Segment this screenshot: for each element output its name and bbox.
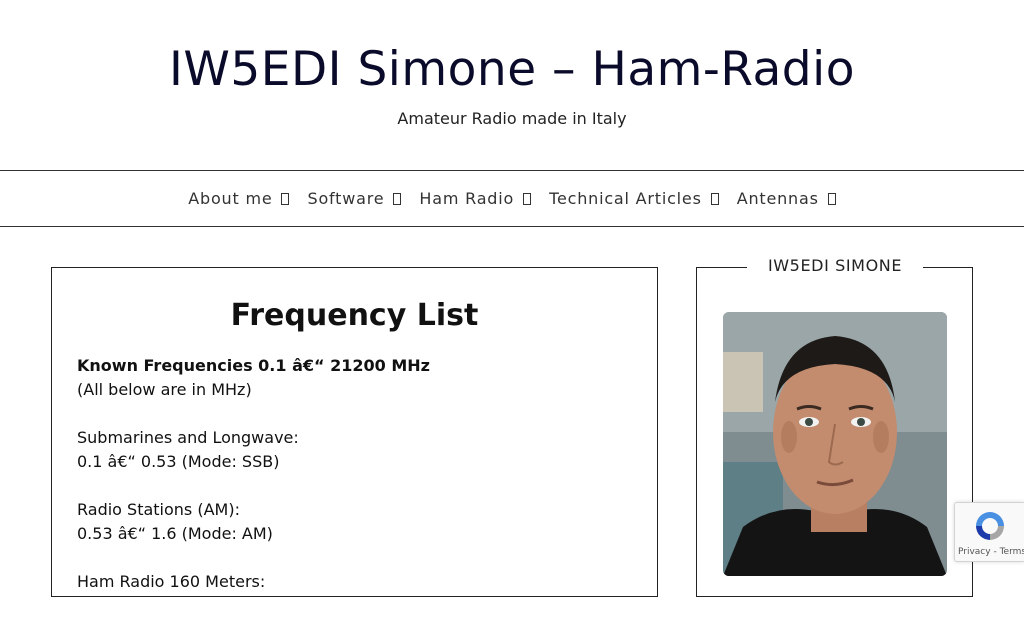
nav-item-label: Software bbox=[307, 189, 385, 208]
recaptcha-links: Privacy - Terms bbox=[958, 547, 1024, 557]
chevron-down-icon[interactable] bbox=[393, 192, 402, 205]
nav-item-label: Antennas bbox=[736, 189, 819, 208]
terms-link[interactable]: Terms bbox=[1000, 547, 1024, 557]
section-heading: Ham Radio 160 Meters: bbox=[77, 572, 266, 591]
nav-item-antennas[interactable]: Antennas bbox=[728, 189, 845, 208]
chevron-down-icon[interactable] bbox=[827, 192, 836, 205]
nav-item-about-me[interactable]: About me bbox=[179, 189, 298, 208]
recaptcha-logo-icon bbox=[976, 512, 1004, 540]
nav-item-software[interactable]: Software bbox=[298, 189, 410, 208]
widget-title: IW5EDI SIMONE bbox=[747, 256, 923, 275]
site-header: IW5EDI Simone – Ham-Radio Amateur Radio … bbox=[0, 0, 1024, 170]
profile-photo bbox=[723, 312, 947, 576]
article-body: Known Frequencies 0.1 â€“ 21200 MHz (All… bbox=[77, 354, 637, 618]
section-line: 0.53 â€“ 1.6 (Mode: AM) bbox=[77, 524, 273, 543]
nav-item-technical-articles[interactable]: Technical Articles bbox=[540, 189, 728, 208]
article-container: Frequency List Known Frequencies 0.1 â€“… bbox=[51, 267, 658, 597]
section-heading: Submarines and Longwave: bbox=[77, 428, 299, 447]
chevron-down-icon[interactable] bbox=[281, 192, 290, 205]
site-tagline: Amateur Radio made in Italy bbox=[397, 109, 627, 128]
privacy-link[interactable]: Privacy bbox=[958, 547, 991, 557]
frequency-section: Submarines and Longwave: 0.1 â€“ 0.53 (M… bbox=[77, 426, 637, 474]
chevron-down-icon[interactable] bbox=[710, 192, 719, 205]
frequency-section-partial: Ham Radio 160 Meters: bbox=[77, 570, 637, 594]
intro-note: (All below are in MHz) bbox=[77, 380, 252, 399]
intro-paragraph: Known Frequencies 0.1 â€“ 21200 MHz (All… bbox=[77, 354, 637, 402]
recaptcha-badge[interactable]: Privacy - Terms bbox=[954, 502, 1024, 562]
nav-item-ham-radio[interactable]: Ham Radio bbox=[410, 189, 540, 208]
nav-item-label: Technical Articles bbox=[549, 189, 702, 208]
section-line: 0.1 â€“ 0.53 (Mode: SSB) bbox=[77, 452, 280, 471]
profile-widget: IW5EDI SIMONE bbox=[696, 256, 973, 597]
site-title[interactable]: IW5EDI Simone – Ham-Radio bbox=[0, 42, 1024, 97]
nav-item-label: Ham Radio bbox=[419, 189, 515, 208]
main-navigation: About me Software Ham Radio Technical Ar… bbox=[0, 170, 1024, 227]
intro-bold-text: Known Frequencies 0.1 â€“ 21200 MHz bbox=[77, 356, 430, 375]
page-title: Frequency List bbox=[230, 298, 479, 333]
frequency-section: Radio Stations (AM): 0.53 â€“ 1.6 (Mode:… bbox=[77, 498, 637, 546]
recaptcha-separator: - bbox=[990, 547, 1000, 557]
section-heading: Radio Stations (AM): bbox=[77, 500, 240, 519]
chevron-down-icon[interactable] bbox=[523, 192, 532, 205]
nav-item-label: About me bbox=[188, 189, 273, 208]
